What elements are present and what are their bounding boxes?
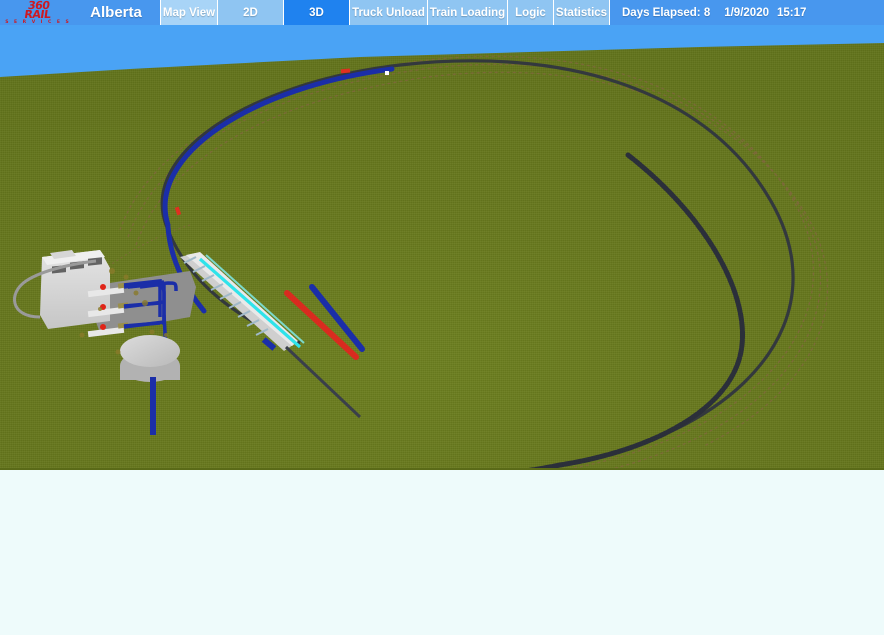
train-head-white [385, 71, 389, 75]
simulation-clock: Days Elapsed: 8 1/9/2020 15:17 [610, 0, 806, 25]
simulation-window: 360 RAIL S E R V I C E S Alberta Map Vie… [0, 0, 884, 635]
rack-spur-track [284, 345, 362, 419]
storage-tank [120, 335, 180, 382]
loading-arm-cyan [198, 257, 302, 349]
sim-time: 15:17 [776, 6, 807, 19]
rail-track-main [160, 59, 795, 468]
tab-bar: Map View 2D 3D Truck Unload Train Loadin… [160, 0, 610, 25]
days-elapsed-label: Days Elapsed: 8 [622, 6, 711, 19]
site-name-label: Alberta [90, 4, 142, 21]
logo-text: 360 RAIL [23, 0, 53, 21]
valve-red-1 [100, 284, 106, 290]
train-empty-dark [557, 152, 745, 468]
train-marker-red-2 [174, 206, 182, 216]
tab-truck-unload[interactable]: Truck Unload [350, 0, 428, 25]
3d-viewport[interactable] [0, 25, 884, 468]
company-logo: 360 RAIL S E R V I C E S [0, 0, 72, 25]
top-toolbar: 360 RAIL S E R V I C E S Alberta Map Vie… [0, 0, 884, 25]
tank-riser-pipe [150, 377, 156, 435]
dashboard: Train Status Inside Track Entering Loadi… [0, 468, 884, 635]
sim-date: 1/9/2020 [724, 6, 769, 19]
valve-red-3 [100, 324, 106, 330]
tab-3d[interactable]: 3D [284, 0, 350, 25]
tab-train-loading[interactable]: Train Loading [428, 0, 508, 25]
tab-logic[interactable]: Logic [508, 0, 554, 25]
tab-map-view[interactable]: Map View [160, 0, 218, 25]
tab-2d[interactable]: 2D [218, 0, 284, 25]
logo-line-2: RAIL [23, 7, 52, 21]
scene-geometry [13, 55, 828, 468]
tab-statistics[interactable]: Statistics [554, 0, 610, 25]
